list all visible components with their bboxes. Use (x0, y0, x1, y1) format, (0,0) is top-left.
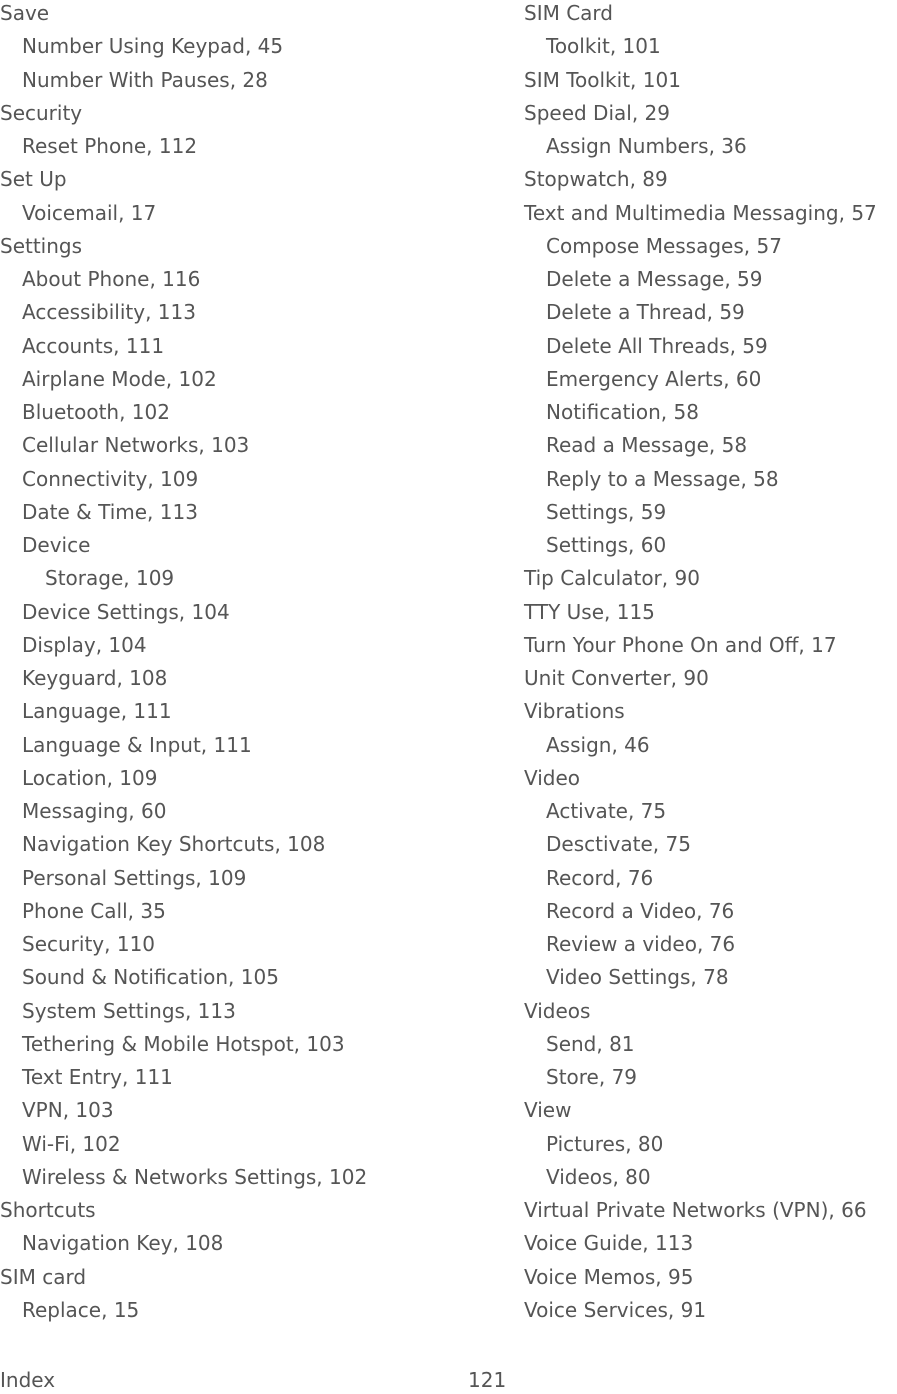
index-entry: SIM Card (524, 1, 613, 25)
index-subentry: Wireless & Networks Settings, 102 (22, 1164, 368, 1189)
index-subentry: Tethering & Mobile Hotspot, 103 (22, 1031, 345, 1056)
index-subentry: Number With Pauses, 28 (22, 67, 268, 92)
index-subentry: Assign Numbers, 36 (546, 134, 747, 158)
index-entry: Stopwatch, 89 (524, 167, 668, 192)
index-subentry: Notification, 58 (546, 400, 699, 424)
index-subentry: Device Settings, 104 (22, 599, 230, 624)
index-entry: Turn Your Phone On and Off, 17 (524, 632, 837, 657)
index-subentry: Personal Settings, 109 (22, 865, 247, 890)
index-subentry: Device (22, 533, 91, 557)
index-subentry: Storage, 109 (45, 566, 175, 591)
index-subentry: Settings, 59 (546, 499, 667, 524)
index-entry: Settings (0, 233, 83, 258)
index-entry: Save (0, 1, 50, 25)
index-subentry: Connectivity, 109 (22, 466, 199, 491)
index-subentry: VPN, 103 (22, 1098, 114, 1123)
index-entry: SIM card (0, 1264, 87, 1289)
index-entry: TTY Use, 115 (524, 599, 655, 624)
footer-section-label: Index (0, 1368, 56, 1392)
index-subentry: Video Settings, 78 (546, 965, 729, 990)
index-subentry: Replace, 15 (22, 1297, 140, 1322)
index-entry: SIM Toolkit, 101 (524, 67, 681, 92)
index-column-right: SIM Card Toolkit, 101 SIM Toolkit, 101 Spee… (524, 0, 877, 1327)
index-subentry: Navigation Key, 108 (22, 1231, 224, 1256)
index-entry: Speed Dial, 29 (524, 100, 670, 125)
index-subentry: Location, 109 (22, 765, 158, 790)
index-subentry: Toolkit, 101 (546, 34, 661, 59)
index-entry: Text and Multimedia Messaging, 57 (524, 200, 877, 225)
index-subentry: Voicemail, 17 (22, 200, 157, 225)
index-entry: Voice Memos, 95 (524, 1264, 694, 1289)
index-subentry: Airplane Mode, 102 (22, 366, 217, 391)
index-entry: Voice Services, 91 (524, 1297, 707, 1322)
index-subentry: Assign, 46 (546, 732, 650, 757)
index-subentry: Reply to a Message, 58 (546, 466, 779, 491)
index-subentry: Videos, 80 (546, 1164, 651, 1189)
index-subentry: Record a Video, 76 (546, 898, 735, 923)
index-column-left: Save Number Using Keypad, 45 Number With P… (0, 0, 367, 1327)
index-subentry: Send, 81 (546, 1031, 635, 1056)
index-subentry: Reset Phone, 112 (22, 134, 198, 158)
index-entry: Voice Guide, 113 (524, 1231, 694, 1256)
index-entry: Vibrations (524, 699, 625, 724)
index-subentry: About Phone, 116 (22, 267, 201, 291)
index-entry: Shortcuts (0, 1198, 96, 1222)
index-entry: Videos (524, 998, 591, 1023)
index-entry: Virtual Private Networks (VPN), 66 (524, 1198, 867, 1222)
index-subentry: Sound & Notification, 105 (22, 965, 279, 990)
index-subentry: Record, 76 (546, 865, 654, 890)
index-subentry: Delete All Threads, 59 (546, 333, 768, 358)
index-subentry: Messaging, 60 (22, 799, 167, 823)
index-entry: Set Up (0, 167, 67, 192)
index-subentry: Compose Messages, 57 (546, 233, 782, 258)
index-entry: Video (524, 765, 581, 790)
index-subentry: Activate, 75 (546, 799, 667, 823)
index-subentry: Settings, 60 (546, 533, 667, 557)
index-entry: Tip Calculator, 90 (524, 566, 700, 591)
index-subentry: Number Using Keypad, 45 (22, 34, 284, 59)
index-subentry: Navigation Key Shortcuts, 108 (22, 832, 326, 857)
index-subentry: Bluetooth, 102 (22, 400, 170, 424)
index-subentry: Text Entry, 111 (22, 1065, 173, 1089)
index-subentry: Delete a Thread, 59 (546, 300, 745, 325)
index-subentry: Delete a Message, 59 (546, 267, 763, 291)
index-subentry: Phone Call, 35 (22, 898, 166, 923)
index-subentry: Accounts, 111 (22, 333, 165, 358)
index-entry: Security (0, 100, 83, 125)
index-subentry: Store, 79 (546, 1065, 638, 1089)
index-subentry: Date & Time, 113 (22, 499, 198, 524)
index-subentry: Language, 111 (22, 699, 172, 724)
index-subentry: Wi-Fi, 102 (22, 1131, 121, 1156)
index-subentry: Emergency Alerts, 60 (546, 366, 762, 391)
index-subentry: Pictures, 80 (546, 1131, 664, 1156)
index-subentry: Read a Message, 58 (546, 433, 748, 458)
page-number: 121 (468, 1368, 507, 1392)
index-subentry: Desctivate, 75 (546, 832, 691, 857)
index-subentry: Review a video, 76 (546, 932, 736, 956)
index-subentry: Cellular Networks, 103 (22, 433, 250, 458)
index-subentry: Accessibility, 113 (22, 300, 196, 325)
index-subentry: System Settings, 113 (22, 998, 236, 1023)
index-subentry: Display, 104 (22, 632, 147, 657)
index-entry: View (524, 1098, 572, 1123)
index-subentry: Language & Input, 111 (22, 732, 252, 757)
index-subentry: Security, 110 (22, 932, 156, 956)
index-entry: Unit Converter, 90 (524, 666, 709, 690)
index-subentry: Keyguard, 108 (22, 666, 168, 690)
